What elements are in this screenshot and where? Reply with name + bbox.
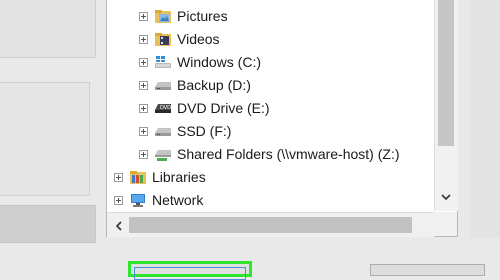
tree-item-label: Libraries	[152, 169, 206, 185]
expand-icon[interactable]	[114, 172, 123, 182]
left-panel-top	[0, 0, 96, 58]
cancel-button[interactable]	[370, 264, 485, 276]
tree-item-backup-d[interactable]: Backup (D:)	[139, 74, 251, 96]
dvd-drive-icon: DVD	[154, 100, 172, 116]
tree-item-dvd-e[interactable]: DVD DVD Drive (E:)	[139, 97, 270, 119]
tree-item-label: Pictures	[177, 8, 228, 24]
network-icon	[129, 192, 147, 208]
expand-icon[interactable]	[114, 195, 123, 205]
tree-item-label: Shared Folders (\\vmware-host) (Z:)	[177, 146, 400, 162]
tree-item-windows-c[interactable]: Windows (C:)	[139, 51, 261, 73]
tree-item-label: Windows (C:)	[177, 54, 262, 70]
right-side-panel	[470, 0, 500, 238]
tree-item-shared-folders-z[interactable]: Shared Folders (\\vmware-host) (Z:)	[139, 143, 400, 165]
tree-item-network[interactable]: Network	[114, 189, 203, 211]
tree-item-ssd-f[interactable]: SSD (F:)	[139, 120, 231, 142]
expand-icon[interactable]	[139, 34, 148, 44]
libraries-icon	[129, 169, 147, 185]
horizontal-scrollbar[interactable]	[107, 212, 434, 237]
tree-item-label: SSD (F:)	[177, 123, 232, 139]
left-panel-input	[0, 205, 96, 243]
horizontal-scroll-thumb[interactable]	[129, 217, 412, 233]
expand-icon[interactable]	[139, 11, 148, 21]
expand-icon[interactable]	[139, 57, 148, 67]
windows-drive-icon	[154, 54, 172, 70]
vertical-scroll-thumb[interactable]	[438, 0, 454, 146]
hard-drive-icon	[154, 123, 172, 139]
tree-item-label: DVD Drive (E:)	[177, 100, 270, 116]
tree-item-label: Backup (D:)	[177, 77, 251, 93]
chevron-down-icon[interactable]	[440, 190, 452, 202]
svg-text:DVD: DVD	[160, 105, 171, 111]
network-drive-icon	[154, 146, 172, 162]
ok-button[interactable]	[128, 261, 252, 280]
tree-item-pictures[interactable]: Pictures	[139, 5, 228, 27]
vertical-scrollbar[interactable]	[434, 0, 458, 211]
tree-item-libraries[interactable]: Libraries	[114, 166, 206, 188]
expand-icon[interactable]	[139, 149, 148, 159]
videos-folder-icon	[154, 31, 172, 47]
scrollbar-corner	[434, 212, 457, 236]
left-panel-preview	[0, 82, 90, 196]
expand-icon[interactable]	[139, 80, 148, 90]
tree-item-label: Videos	[177, 31, 220, 47]
expand-icon[interactable]	[139, 103, 148, 113]
tree-item-label: Network	[152, 192, 204, 208]
tree-item-videos[interactable]: Videos	[139, 28, 220, 50]
pictures-folder-icon	[154, 8, 172, 24]
chevron-left-icon[interactable]	[113, 219, 125, 231]
hard-drive-icon	[154, 77, 172, 93]
expand-icon[interactable]	[139, 126, 148, 136]
